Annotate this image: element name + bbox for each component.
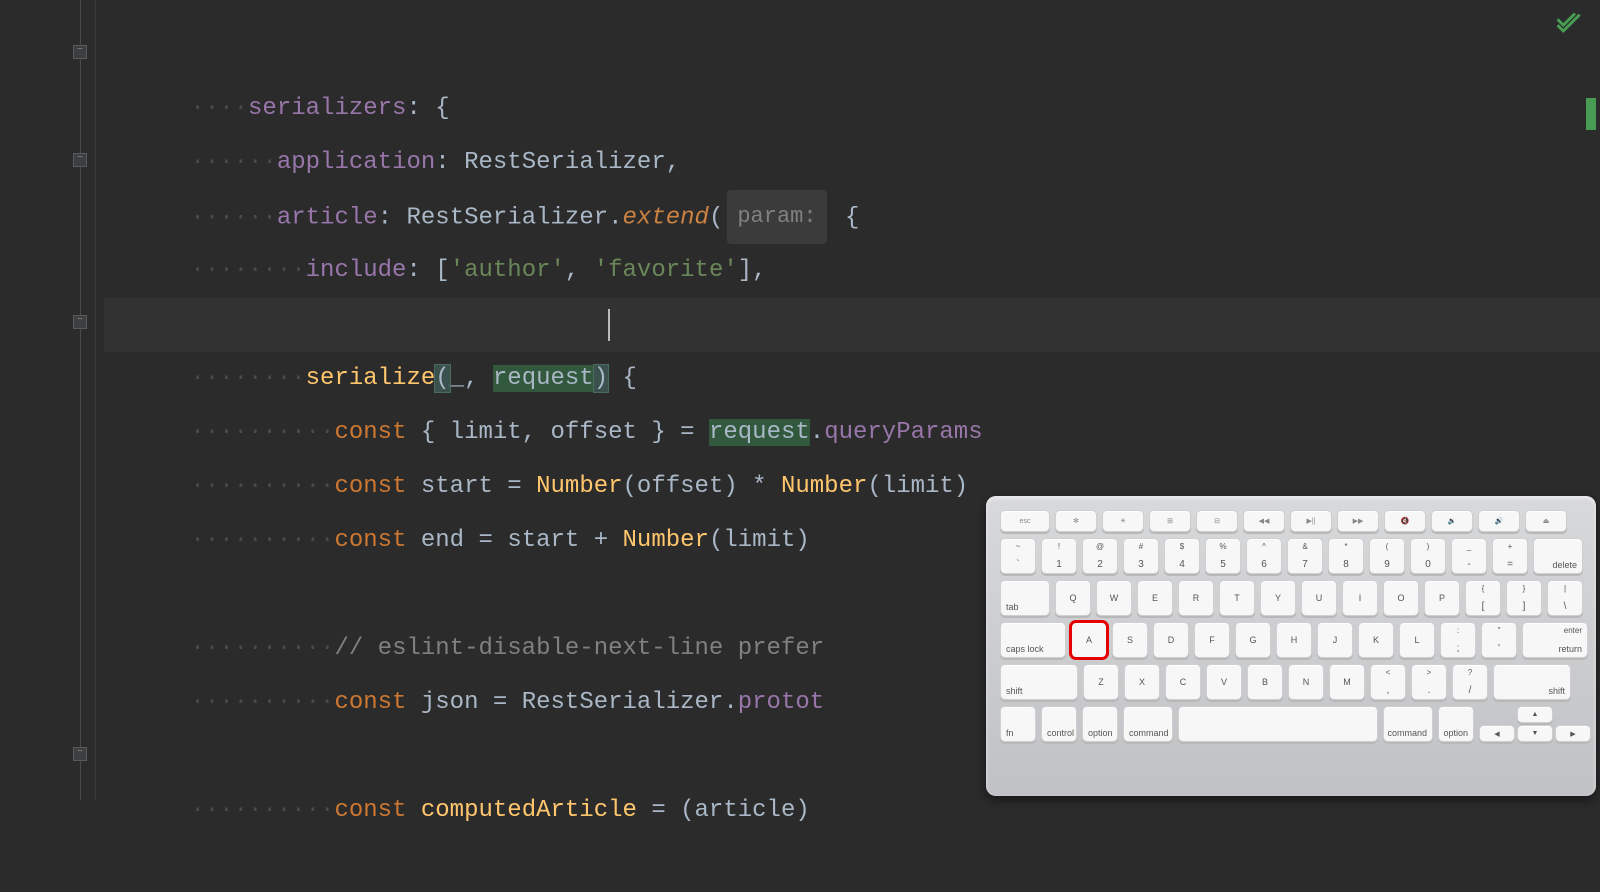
key-arrow-right[interactable]: ▶ [1555, 725, 1591, 742]
code-line[interactable]: ······article: RestSerializer.extend(par… [104, 136, 1600, 190]
key-.[interactable]: >. [1411, 664, 1447, 700]
key-shift-right[interactable]: shift [1493, 664, 1571, 700]
key-fn-4[interactable]: ⊟ [1196, 510, 1238, 532]
key-x[interactable]: X [1124, 664, 1160, 700]
key-capslock[interactable]: caps lock [1000, 622, 1066, 658]
key-[[interactable]: {[ [1465, 580, 1501, 616]
key-3[interactable]: #3 [1123, 538, 1159, 574]
key-fn-9[interactable]: 🔉 [1431, 510, 1473, 532]
key-fn-6[interactable]: ▶|| [1290, 510, 1332, 532]
key-h[interactable]: H [1276, 622, 1312, 658]
key-u[interactable]: U [1301, 580, 1337, 616]
key-v[interactable]: V [1206, 664, 1242, 700]
fold-handle[interactable]: − [73, 747, 87, 761]
key-i[interactable]: I [1342, 580, 1378, 616]
code-line[interactable]: ········include: ['author', 'favorite'], [104, 190, 1600, 244]
key-;[interactable]: :; [1440, 622, 1476, 658]
key-option-right[interactable]: option [1438, 706, 1474, 742]
key-9[interactable]: (9 [1369, 538, 1405, 574]
key-fn-11[interactable]: ⏏ [1525, 510, 1567, 532]
gutter: − − − − [0, 0, 96, 800]
key-d[interactable]: D [1153, 622, 1189, 658]
key-p[interactable]: P [1424, 580, 1460, 616]
key-5[interactable]: %5 [1205, 538, 1241, 574]
key-arrow-left[interactable]: ◀ [1479, 725, 1515, 742]
key-fn-5[interactable]: ◀◀ [1243, 510, 1285, 532]
inspection-pass-icon[interactable] [1554, 10, 1582, 46]
key-arrow-up[interactable]: ▲ [1517, 706, 1553, 723]
code-line[interactable]: ····serializers: { [104, 28, 1600, 82]
key-a[interactable]: A [1071, 622, 1107, 658]
key--[interactable]: _- [1451, 538, 1487, 574]
key-fn[interactable]: fn [1000, 706, 1036, 742]
key-=[interactable]: += [1492, 538, 1528, 574]
key-y[interactable]: Y [1260, 580, 1296, 616]
key-fn-8[interactable]: 🔇 [1384, 510, 1426, 532]
code-line[interactable]: ······application: RestSerializer, [104, 82, 1600, 136]
key-8[interactable]: *8 [1328, 538, 1364, 574]
key-z[interactable]: Z [1083, 664, 1119, 700]
key-k[interactable]: K [1358, 622, 1394, 658]
key-l[interactable]: L [1399, 622, 1435, 658]
key-command-right[interactable]: command [1383, 706, 1433, 742]
key-j[interactable]: J [1317, 622, 1353, 658]
code-line[interactable]: ··········const start = Number(offset) *… [104, 406, 1600, 460]
key-\[interactable]: |\ [1547, 580, 1583, 616]
key-'[interactable]: "' [1481, 622, 1517, 658]
key-,[interactable]: <, [1370, 664, 1406, 700]
key-f[interactable]: F [1194, 622, 1230, 658]
key-command-left[interactable]: command [1123, 706, 1173, 742]
key-shift-left[interactable]: shift [1000, 664, 1078, 700]
key-option-left[interactable]: option [1082, 706, 1118, 742]
key-arrow-down[interactable]: ▼ [1517, 725, 1553, 742]
key-g[interactable]: G [1235, 622, 1271, 658]
key-2[interactable]: @2 [1082, 538, 1118, 574]
key-o[interactable]: O [1383, 580, 1419, 616]
key-1[interactable]: !1 [1041, 538, 1077, 574]
key-r[interactable]: R [1178, 580, 1214, 616]
key-7[interactable]: &7 [1287, 538, 1323, 574]
key-tab[interactable]: tab [1000, 580, 1050, 616]
key-s[interactable]: S [1112, 622, 1148, 658]
key-delete[interactable]: delete [1533, 538, 1583, 574]
fold-handle[interactable]: − [73, 315, 87, 329]
key-control[interactable]: control [1041, 706, 1077, 742]
key-e[interactable]: E [1137, 580, 1173, 616]
key-fn-0[interactable]: esc [1000, 510, 1050, 532]
key-fn-3[interactable]: ⊞ [1149, 510, 1191, 532]
key-return[interactable]: enterreturn [1522, 622, 1588, 658]
key-c[interactable]: C [1165, 664, 1201, 700]
key-fn-10[interactable]: 🔊 [1478, 510, 1520, 532]
key-space[interactable] [1178, 706, 1378, 742]
key-`[interactable]: ~` [1000, 538, 1036, 574]
key-fn-7[interactable]: ▶▶ [1337, 510, 1379, 532]
code-line-active[interactable]: ········serialize(_, request) { [104, 298, 1600, 352]
key-w[interactable]: W [1096, 580, 1132, 616]
fold-guide [80, 0, 81, 800]
code-line[interactable]: ··········const { limit, offset } = requ… [104, 352, 1600, 406]
key-q[interactable]: Q [1055, 580, 1091, 616]
key-/[interactable]: ?/ [1452, 664, 1488, 700]
key-m[interactable]: M [1329, 664, 1365, 700]
virtual-keyboard: esc✻☀⊞⊟◀◀▶||▶▶🔇🔉🔊⏏ ~`!1@2#3$4%5^6&7*8(9)… [986, 496, 1596, 796]
code-line[interactable]: ········embed: true, [104, 244, 1600, 298]
key-][interactable]: }] [1506, 580, 1542, 616]
key-fn-1[interactable]: ✻ [1055, 510, 1097, 532]
fold-handle[interactable]: − [73, 45, 87, 59]
key-t[interactable]: T [1219, 580, 1255, 616]
fold-handle[interactable]: − [73, 153, 87, 167]
key-fn-2[interactable]: ☀ [1102, 510, 1144, 532]
text-caret [608, 309, 610, 341]
key-4[interactable]: $4 [1164, 538, 1200, 574]
key-0[interactable]: )0 [1410, 538, 1446, 574]
key-6[interactable]: ^6 [1246, 538, 1282, 574]
key-n[interactable]: N [1288, 664, 1324, 700]
key-b[interactable]: B [1247, 664, 1283, 700]
scrollbar-marker[interactable] [1586, 98, 1596, 130]
